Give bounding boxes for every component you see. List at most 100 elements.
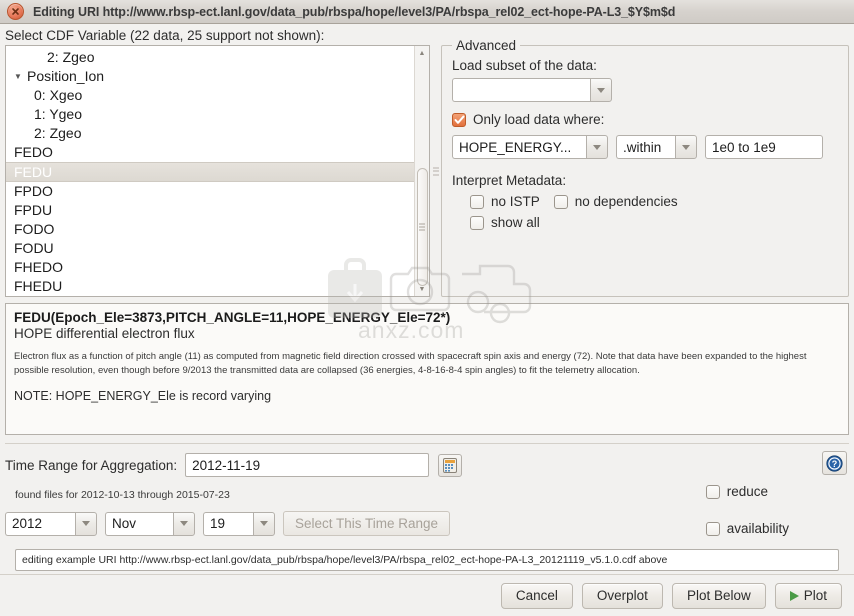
list-item-selected[interactable]: FEDU	[6, 162, 414, 182]
list-item[interactable]: FPDO	[6, 182, 414, 201]
list-item-label: FPDU	[14, 202, 53, 218]
load-subset-combo[interactable]	[452, 78, 612, 102]
reduce-label: reduce	[726, 484, 768, 499]
list-item-label: FODO	[14, 221, 55, 237]
select-variable-label: Select CDF Variable (22 data, 25 support…	[5, 28, 325, 43]
no-dependencies-checkbox[interactable]	[553, 194, 568, 209]
chevron-down-icon[interactable]: ▼	[14, 67, 27, 86]
uri-status-bar[interactable]: editing example URI http://www.rbsp-ect.…	[15, 549, 839, 571]
plot-button[interactable]: Plot	[774, 582, 842, 609]
title-bar: Editing URI http://www.rbsp-ect.lanl.gov…	[0, 0, 854, 24]
no-istp-checkbox[interactable]	[470, 194, 484, 209]
advanced-panel: Advanced Load subset of the data: Only l…	[441, 38, 849, 297]
list-item-label: FEDU	[14, 163, 53, 180]
no-dependencies-label: no dependencies	[574, 194, 678, 209]
availability-label: availability	[726, 521, 789, 536]
month-combo[interactable]: Nov	[105, 511, 195, 536]
year-value[interactable]: 2012	[5, 511, 75, 536]
only-load-checkbox-label: Only load data where:	[473, 112, 605, 127]
reduce-row[interactable]: reduce	[705, 484, 789, 499]
chevron-down-icon[interactable]	[253, 511, 275, 536]
variable-list-panel: 2: Zgeo ▼ Position_Ion 0: Xgeo 1: Ygeo 2…	[5, 45, 430, 297]
list-item[interactable]: 1: Ygeo	[6, 105, 414, 124]
day-value[interactable]: 19	[203, 511, 253, 536]
list-item-label: FHEDU	[14, 278, 63, 294]
close-icon[interactable]	[7, 3, 24, 20]
reduce-checkbox[interactable]	[705, 484, 720, 499]
variable-description-panel: FEDU(Epoch_Ele=3873,PITCH_ANGLE=11,HOPE_…	[5, 303, 849, 435]
filter-variable-combo[interactable]: HOPE_ENERGY...	[452, 135, 608, 159]
list-item-label: 1: Ygeo	[34, 106, 83, 122]
metadata-checkbox-row-2: show all	[470, 215, 838, 230]
main-split-pane: 2: Zgeo ▼ Position_Ion 0: Xgeo 1: Ygeo 2…	[0, 38, 854, 297]
svg-text:?: ?	[832, 459, 838, 469]
chevron-down-icon[interactable]	[590, 78, 612, 102]
variable-summary: HOPE differential electron flux	[14, 326, 195, 341]
edit-uri-dialog: Editing URI http://www.rbsp-ect.lanl.gov…	[0, 0, 854, 616]
month-value[interactable]: Nov	[105, 511, 173, 536]
window-title: Editing URI http://www.rbsp-ect.lanl.gov…	[33, 4, 676, 19]
filter-operator-combo[interactable]: .within	[616, 135, 697, 159]
time-range-row: Time Range for Aggregation: 2012-11-19	[5, 453, 849, 477]
plot-below-button[interactable]: Plot Below	[671, 582, 766, 609]
filter-row: HOPE_ENERGY... .within 1e0 to 1e9	[452, 135, 838, 159]
chevron-down-icon[interactable]	[675, 135, 697, 159]
list-item-label: 2: Zgeo	[34, 125, 82, 141]
filter-value-input[interactable]: 1e0 to 1e9	[705, 135, 823, 159]
list-item-label: 2: Zgeo	[47, 49, 95, 65]
variable-description-note: NOTE: HOPE_ENERGY_Ele is record varying	[14, 388, 272, 403]
availability-checkbox[interactable]	[705, 521, 720, 536]
time-range-input[interactable]: 2012-11-19	[185, 453, 430, 477]
calendar-icon[interactable]	[438, 453, 463, 477]
select-time-range-button[interactable]: Select This Time Range	[283, 511, 451, 536]
list-item[interactable]: 0: Xgeo	[6, 86, 414, 105]
list-item-label: 0: Xgeo	[34, 87, 83, 103]
variable-list[interactable]: 2: Zgeo ▼ Position_Ion 0: Xgeo 1: Ygeo 2…	[6, 46, 414, 296]
no-istp-label: no ISTP	[491, 194, 540, 209]
year-combo[interactable]: 2012	[5, 511, 97, 536]
filter-operator-value[interactable]: .within	[616, 135, 675, 159]
list-item[interactable]: 2: Zgeo	[6, 48, 414, 67]
list-item[interactable]: FHEDU	[6, 277, 414, 296]
availability-row[interactable]: availability	[705, 521, 789, 536]
list-item[interactable]: FPDU	[6, 201, 414, 220]
scrollbar-grip-icon	[419, 222, 425, 233]
list-item[interactable]: FODO	[6, 220, 414, 239]
time-range-section: Time Range for Aggregation: 2012-11-19 ?…	[5, 443, 849, 574]
chevron-down-icon[interactable]	[75, 511, 97, 536]
advanced-legend: Advanced	[452, 38, 521, 53]
scrollbar-thumb[interactable]	[416, 168, 428, 286]
only-load-checkbox[interactable]	[452, 112, 466, 127]
variable-signature: FEDU(Epoch_Ele=3873,PITCH_ANGLE=11,HOPE_…	[14, 310, 451, 325]
list-item-label: FODU	[14, 240, 54, 256]
time-range-label: Time Range for Aggregation:	[5, 457, 178, 473]
load-subset-label: Load subset of the data:	[452, 58, 597, 73]
list-item[interactable]: 2: Zgeo	[6, 124, 414, 143]
help-icon[interactable]: ?	[822, 451, 847, 475]
chevron-down-icon[interactable]	[586, 135, 608, 159]
list-item[interactable]: FEDO	[6, 143, 414, 162]
list-item-label: Position_Ion	[27, 68, 105, 84]
load-subset-value[interactable]	[452, 78, 590, 102]
cancel-button[interactable]: Cancel	[500, 582, 573, 609]
list-item-label: FEDO	[14, 144, 53, 160]
filter-variable-value[interactable]: HOPE_ENERGY...	[452, 135, 586, 159]
chevron-down-icon[interactable]	[173, 511, 195, 536]
variable-list-scrollbar[interactable]: ▲ ▼	[414, 46, 429, 296]
list-item[interactable]: FHEDO	[6, 258, 414, 277]
show-all-checkbox[interactable]	[470, 215, 484, 230]
scroll-up-icon[interactable]: ▲	[415, 46, 430, 60]
options-checkbox-group: reduce availability	[705, 484, 789, 558]
variable-description-body: Electron flux as a function of pitch ang…	[14, 351, 807, 376]
list-item[interactable]: FODU	[6, 239, 414, 258]
overplot-button[interactable]: Overplot	[581, 582, 663, 609]
day-combo[interactable]: 19	[203, 511, 275, 536]
interpret-metadata-label: Interpret Metadata:	[452, 173, 567, 188]
scrollbar-track[interactable]	[415, 60, 430, 286]
list-item-label: FHEDO	[14, 259, 63, 275]
only-load-data-where-row[interactable]: Only load data where:	[452, 112, 838, 127]
list-item[interactable]: ▼ Position_Ion	[6, 67, 414, 86]
split-divider[interactable]	[430, 45, 441, 297]
show-all-label: show all	[491, 215, 540, 230]
play-icon	[789, 590, 799, 601]
